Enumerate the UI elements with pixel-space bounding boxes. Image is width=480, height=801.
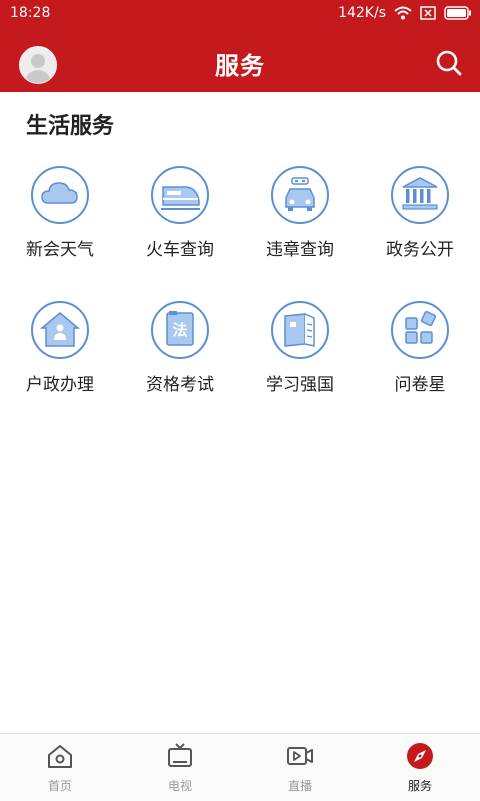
service-label: 户政办理 bbox=[26, 375, 94, 395]
cloud-icon bbox=[31, 166, 89, 224]
service-label: 政务公开 bbox=[386, 240, 454, 260]
tv-icon bbox=[168, 743, 192, 767]
svg-text:法: 法 bbox=[172, 321, 187, 339]
tab-label: 直播 bbox=[287, 779, 312, 793]
tab-tv[interactable]: 电视 bbox=[120, 734, 240, 801]
tab-service[interactable]: 服务 bbox=[360, 734, 480, 801]
service-label: 学习强国 bbox=[266, 375, 334, 395]
network-speed: 142K/s bbox=[338, 5, 386, 21]
service-train[interactable]: 火车查询 bbox=[120, 165, 240, 275]
status-time: 18:28 bbox=[10, 5, 51, 21]
service-traffic-violation[interactable]: 违章查询 bbox=[240, 165, 360, 275]
tab-label: 电视 bbox=[167, 779, 192, 793]
live-video-icon bbox=[287, 747, 313, 765]
service-label: 资格考试 bbox=[146, 375, 214, 395]
law-book-icon: 法 bbox=[151, 301, 209, 359]
status-icons: 142K/s bbox=[338, 5, 472, 21]
service-xuexi-qiangguo[interactable]: 学习强国 bbox=[240, 300, 360, 410]
status-bar: 18:28 142K/s bbox=[0, 0, 480, 28]
service-qualification-exam[interactable]: 法 资格考试 bbox=[120, 300, 240, 410]
household-house-icon bbox=[31, 301, 89, 359]
grid-blocks-icon bbox=[391, 301, 449, 359]
bottom-tab-bar: 首页 电视 直播 服务 bbox=[0, 733, 480, 801]
service-gov-affairs[interactable]: 政务公开 bbox=[360, 165, 480, 275]
service-label: 违章查询 bbox=[266, 240, 334, 260]
search-icon bbox=[436, 50, 462, 76]
home-icon bbox=[48, 745, 72, 768]
section-title: 生活服务 bbox=[26, 114, 115, 139]
sim-icon bbox=[420, 6, 436, 20]
battery-icon bbox=[444, 6, 471, 20]
car-icon bbox=[271, 166, 329, 224]
service-label: 新会天气 bbox=[26, 240, 94, 260]
service-label: 火车查询 bbox=[146, 240, 214, 260]
tab-label: 首页 bbox=[47, 779, 72, 793]
wifi-icon bbox=[394, 6, 412, 20]
train-icon bbox=[151, 166, 209, 224]
tab-label: 服务 bbox=[407, 779, 432, 793]
government-building-icon bbox=[391, 166, 449, 224]
tab-home[interactable]: 首页 bbox=[0, 734, 120, 801]
search-button[interactable] bbox=[434, 48, 464, 78]
service-label: 问卷星 bbox=[394, 375, 446, 395]
tab-live[interactable]: 直播 bbox=[240, 734, 360, 801]
service-weather[interactable]: 新会天气 bbox=[0, 165, 120, 275]
service-wenjuanxing[interactable]: 问卷星 bbox=[360, 300, 480, 410]
compass-icon bbox=[407, 743, 433, 769]
app-bar: 服务 bbox=[0, 28, 480, 92]
service-household[interactable]: 户政办理 bbox=[0, 300, 120, 410]
study-book-icon bbox=[271, 301, 329, 359]
page-title: 服务 bbox=[215, 52, 265, 80]
